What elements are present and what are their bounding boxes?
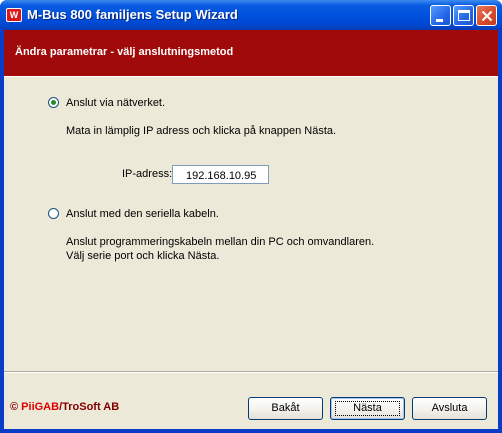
radio-selected-dot: [51, 100, 56, 105]
radio-serial-label[interactable]: Anslut med den seriella kabeln.: [66, 208, 219, 220]
wizard-window: W M-Bus 800 familjens Setup Wizard Ändra…: [0, 0, 502, 433]
close-icon: [481, 10, 493, 22]
wizard-header: Ändra parametrar - välj anslutningsmetod: [4, 30, 498, 76]
ip-address-label: IP-adress:: [122, 168, 173, 180]
page-title: Ändra parametrar - välj anslutningsmetod: [15, 46, 234, 58]
maximize-icon: [458, 10, 470, 21]
serial-description-line1: Anslut programmeringskabeln mellan din P…: [66, 236, 375, 248]
next-button[interactable]: Nästa: [330, 397, 405, 420]
network-description: Mata in lämplig IP adress och klicka på …: [66, 125, 337, 137]
brand-piigab: PiiGAB: [21, 401, 60, 413]
exit-button-label: Avsluta: [431, 402, 468, 414]
brand-trosoft: /TroSoft AB: [59, 401, 120, 413]
close-button[interactable]: [476, 5, 497, 26]
serial-description-line2: Välj serie port och klicka Nästa.: [66, 250, 220, 262]
footer-divider-highlight: [4, 372, 498, 373]
radio-network-label[interactable]: Anslut via nätverket.: [66, 97, 165, 109]
window-title: M-Bus 800 familjens Setup Wizard: [27, 7, 238, 22]
window-bottom-border: [0, 429, 502, 433]
app-icon: W: [6, 8, 22, 22]
copyright-brand: © PiiGAB/TroSoft AB: [10, 401, 119, 413]
maximize-button[interactable]: [453, 5, 474, 26]
copyright-symbol: ©: [10, 401, 19, 413]
wizard-client-area: Ändra parametrar - välj anslutningsmetod…: [4, 30, 498, 429]
radio-network[interactable]: [48, 97, 59, 108]
focus-rectangle: [335, 401, 400, 416]
title-bar[interactable]: W M-Bus 800 familjens Setup Wizard: [0, 0, 502, 30]
minimize-button[interactable]: [430, 5, 451, 26]
exit-button[interactable]: Avsluta: [412, 397, 487, 420]
header-divider: [4, 76, 498, 77]
back-button-label: Bakåt: [271, 402, 300, 414]
radio-serial[interactable]: [48, 208, 59, 219]
back-button[interactable]: Bakåt: [248, 397, 323, 420]
minimize-icon: [436, 19, 443, 22]
ip-address-input[interactable]: [172, 165, 269, 184]
